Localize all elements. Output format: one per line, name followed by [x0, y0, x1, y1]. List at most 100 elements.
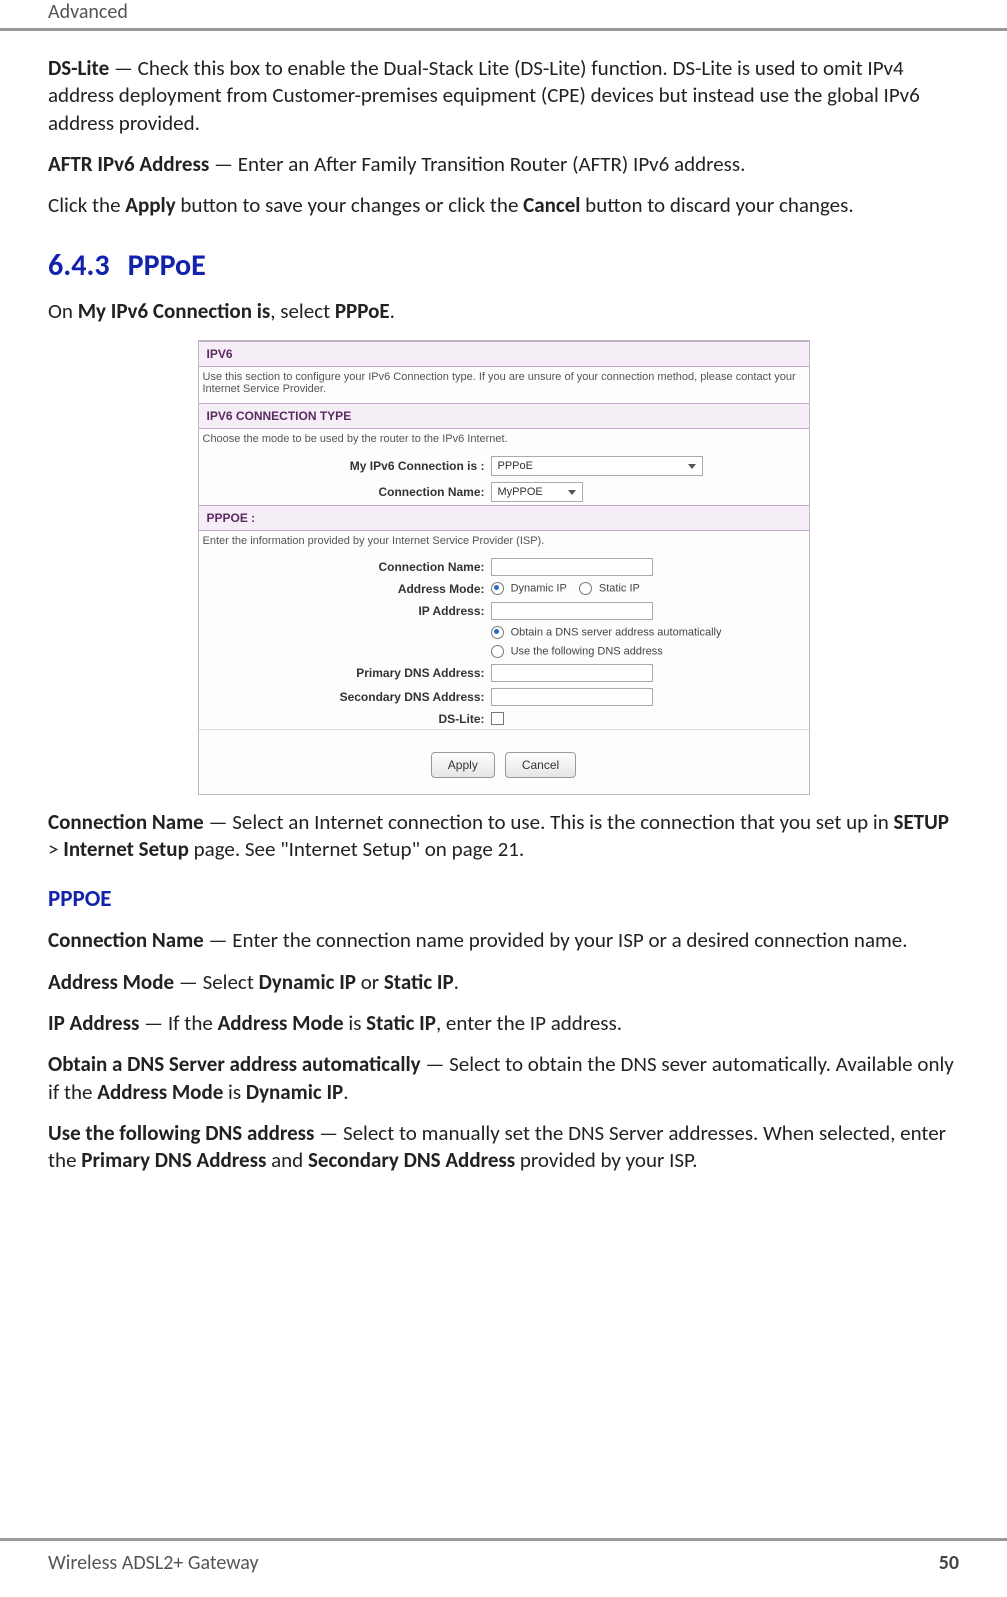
footer-product: Wireless ADSL2+ Gateway: [48, 1551, 259, 1575]
section-title-text: PPPoE: [128, 247, 206, 284]
dynamic-ip-label: Dynamic IP: [511, 583, 567, 595]
conntype-desc: Choose the mode to be used by the router…: [199, 429, 809, 453]
dslite-label: DS-Lite:: [205, 712, 491, 726]
dslite-paragraph: DS-Lite — Check this box to enable the D…: [48, 55, 959, 137]
p-am-or: or: [356, 969, 384, 995]
p-use-post: provided by your ISP.: [515, 1147, 697, 1173]
cn-desc-pre: — Select an Internet connection to use. …: [204, 809, 894, 835]
connection-name-row: Connection Name: MyPPOE: [199, 479, 809, 505]
ip-address-label: IP Address:: [205, 604, 491, 618]
p-ip-pre: — If the: [139, 1010, 217, 1036]
use-following-dns-row: Use the following DNS address: [199, 642, 809, 661]
p-use-term: Use the following DNS address: [48, 1120, 314, 1146]
p-obt-post: .: [343, 1079, 348, 1105]
p-cn-desc: — Enter the connection name provided by …: [204, 927, 908, 953]
cn-b2: Internet Setup: [63, 836, 189, 862]
page-body: DS-Lite — Check this box to enable the D…: [0, 31, 1007, 1228]
secondary-dns-row: Secondary DNS Address:: [199, 685, 809, 709]
use-following-dns-label: Use the following DNS address: [511, 645, 663, 657]
my-ipv6-connection-row: My IPv6 Connection is : PPPoE: [199, 453, 809, 479]
pppoe-subtitle: PPPOE: [48, 885, 959, 913]
p-am-b1: Dynamic IP: [259, 969, 356, 995]
pppoe-cn-paragraph: Connection Name — Enter the connection n…: [48, 927, 959, 954]
ipv6-header: IPV6: [199, 341, 809, 367]
pppoe-desc: Enter the information provided by your I…: [199, 531, 809, 555]
connection-name-paragraph: Connection Name — Select an Internet con…: [48, 809, 959, 864]
cn-b1: SETUP: [894, 809, 949, 835]
on-b2: PPPoE: [335, 298, 390, 324]
address-mode-paragraph: Address Mode — Select Dynamic IP or Stat…: [48, 969, 959, 996]
address-mode-label: Address Mode:: [205, 582, 491, 596]
use-following-dns-radio[interactable]: [491, 645, 504, 658]
obtain-dns-option: Obtain a DNS server address automaticall…: [491, 626, 722, 639]
primary-dns-row: Primary DNS Address:: [199, 661, 809, 685]
page-footer: Wireless ADSL2+ Gateway 50: [0, 1538, 1007, 1575]
secondary-dns-input[interactable]: [491, 688, 653, 706]
aftr-term: AFTR IPv6 Address: [48, 151, 209, 177]
p-ip-post: , enter the IP address.: [436, 1010, 622, 1036]
apply-cancel-paragraph: Click the Apply button to save your chan…: [48, 192, 959, 219]
pppoe-connection-name-input[interactable]: [491, 558, 653, 576]
p-obt-b1: Address Mode: [97, 1079, 223, 1105]
address-mode-row: Address Mode: Dynamic IP Static IP: [199, 579, 809, 599]
dslite-row: DS-Lite:: [199, 709, 809, 729]
p-use-b2: Secondary DNS Address: [308, 1147, 515, 1173]
ipv6-desc: Use this section to configure your IPv6 …: [199, 367, 809, 403]
dslite-term: DS-Lite: [48, 55, 109, 81]
button-bar: Apply Cancel: [199, 738, 809, 794]
my-ipv6-connection-value: PPPoE: [498, 460, 533, 472]
p-am-post: .: [454, 969, 459, 995]
cn-desc-post: page. See "Internet Setup" on page 21.: [189, 836, 524, 862]
cancel-button[interactable]: Cancel: [505, 752, 576, 778]
address-mode-options: Dynamic IP Static IP: [491, 582, 640, 595]
on-b1: My IPv6 Connection is: [78, 298, 271, 324]
p-obt-b2: Dynamic IP: [246, 1079, 343, 1105]
my-ipv6-connection-select[interactable]: PPPoE: [491, 456, 703, 476]
p-obt-mid: is: [223, 1079, 246, 1105]
dynamic-ip-radio[interactable]: [491, 582, 504, 595]
secondary-dns-label: Secondary DNS Address:: [205, 690, 491, 704]
cancel-bold: Cancel: [523, 192, 580, 218]
ip-address-input[interactable]: [491, 602, 653, 620]
obtain-dns-label: Obtain a DNS server address automaticall…: [511, 626, 722, 638]
pppoe-connection-name-row: Connection Name:: [199, 555, 809, 579]
p-use-and: and: [266, 1147, 308, 1173]
static-ip-label: Static IP: [599, 583, 640, 595]
ip-address-paragraph: IP Address — If the Address Mode is Stat…: [48, 1010, 959, 1037]
on-mid: , select: [270, 298, 335, 324]
pppoe-connection-name-label: Connection Name:: [205, 560, 491, 574]
connection-name-label: Connection Name:: [205, 485, 491, 499]
use-following-dns-option: Use the following DNS address: [491, 645, 663, 658]
on-post: .: [390, 298, 395, 324]
connection-name-select[interactable]: MyPPOE: [491, 482, 583, 502]
click-mid: button to save your changes or click the: [176, 192, 524, 218]
aftr-paragraph: AFTR IPv6 Address — Enter an After Famil…: [48, 151, 959, 178]
obtain-dns-radio[interactable]: [491, 626, 504, 639]
click-post: button to discard your changes.: [580, 192, 853, 218]
footer-page-number: 50: [939, 1551, 959, 1575]
p-am-b2: Static IP: [384, 969, 454, 995]
p-am-pre: — Select: [174, 969, 259, 995]
select-pppoe-paragraph: On My IPv6 Connection is, select PPPoE.: [48, 298, 959, 325]
p-ip-b1: Address Mode: [218, 1010, 344, 1036]
static-ip-radio[interactable]: [579, 582, 592, 595]
primary-dns-input[interactable]: [491, 664, 653, 682]
p-ip-mid: is: [344, 1010, 367, 1036]
on-pre: On: [48, 298, 78, 324]
cn-gt: >: [48, 836, 63, 862]
obtain-dns-paragraph: Obtain a DNS Server address automaticall…: [48, 1051, 959, 1106]
conntype-header: IPV6 CONNECTION TYPE: [199, 403, 809, 429]
pppoe-header: PPPOE :: [199, 505, 809, 531]
dslite-checkbox[interactable]: [491, 712, 504, 725]
p-use-b1: Primary DNS Address: [81, 1147, 266, 1173]
aftr-desc: — Enter an After Family Transition Route…: [209, 151, 745, 177]
connection-name-value: MyPPOE: [498, 486, 543, 498]
dslite-desc: — Check this box to enable the Dual-Stac…: [48, 55, 920, 136]
apply-bold: Apply: [125, 192, 175, 218]
use-following-dns-paragraph: Use the following DNS address — Select t…: [48, 1120, 959, 1175]
ip-address-row: IP Address:: [199, 599, 809, 623]
apply-button[interactable]: Apply: [431, 752, 495, 778]
primary-dns-label: Primary DNS Address:: [205, 666, 491, 680]
section-heading: 6.4.3 PPPoE: [48, 247, 959, 284]
section-number: 6.4.3: [48, 247, 110, 284]
